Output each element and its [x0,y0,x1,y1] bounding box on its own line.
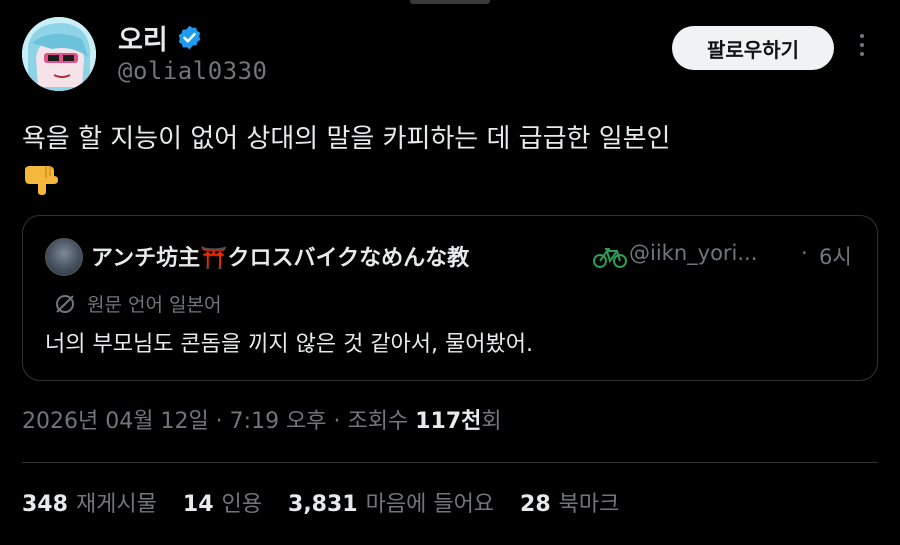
likes-stat[interactable]: 3,831 마음에 들어요 [288,486,494,518]
quoted-display-name: アンチ坊主⛩️クロスバイクなめんな教 [91,246,470,271]
likes-label: 마음에 들어요 [365,492,495,517]
author-name-row[interactable]: 오리 [118,18,203,57]
view-count-suffix: 회 [481,409,502,434]
reposts-stat[interactable]: 348 재게시물 [22,486,157,518]
divider [22,462,878,463]
verified-badge-icon [178,25,200,50]
likes-count: 3,831 [288,492,358,517]
bookmarks-stat[interactable]: 28 북마크 [520,486,619,518]
bookmarks-count: 28 [520,492,551,517]
reposts-count: 348 [22,492,68,517]
more-options-icon[interactable] [856,34,868,64]
quotes-stat[interactable]: 14 인용 [183,486,262,518]
avatar[interactable] [22,17,96,91]
bicycle-icon [593,248,627,268]
tweet-metadata: 2026년 04월 12일 · 7:19 오후 · 조회수 117천회 [22,403,502,435]
translation-indicator: 원문 언어 일본어 [53,290,221,317]
globe-slash-icon [56,294,74,313]
view-count: 117천 [415,409,482,434]
quoted-tweet[interactable]: アンチ坊主⛩️クロスバイクなめんな教 @iikn_yori... · 6시 원문… [22,215,878,381]
reposts-label: 재게시물 [75,492,157,517]
engagement-stats: 348 재게시물 14 인용 3,831 마음에 들어요 28 북마크 [22,486,645,518]
original-language-label: 원문 언어 일본어 [87,294,222,316]
avatar-image [22,17,96,91]
quotes-label: 인용 [221,492,263,517]
bookmarks-label: 북마크 [558,492,620,517]
quoted-timestamp: 6시 [819,245,852,269]
follow-button[interactable]: 팔로우하기 [672,26,834,70]
quoted-avatar[interactable] [45,238,83,276]
author-handle[interactable]: @olial0330 [118,57,268,85]
separator-dot: · [801,241,808,265]
sheet-handle [410,0,490,4]
quotes-count: 14 [182,492,214,517]
tweet-text: 욕을 할 지능이 없어 상대의 말을 카피하는 데 급급한 일본인 [22,124,671,154]
quoted-text: 너의 부모님도 콘돔을 끼지 않은 것 같아서, 물어봤어. [45,332,533,357]
quoted-handle: @iikn_yori... [629,241,758,265]
tweet-datetime: 2026년 04월 12일 · 7:19 오후 · 조회수 [22,409,416,434]
pointing-down-hand-icon [25,166,58,195]
display-name[interactable]: 오리 [118,18,168,57]
